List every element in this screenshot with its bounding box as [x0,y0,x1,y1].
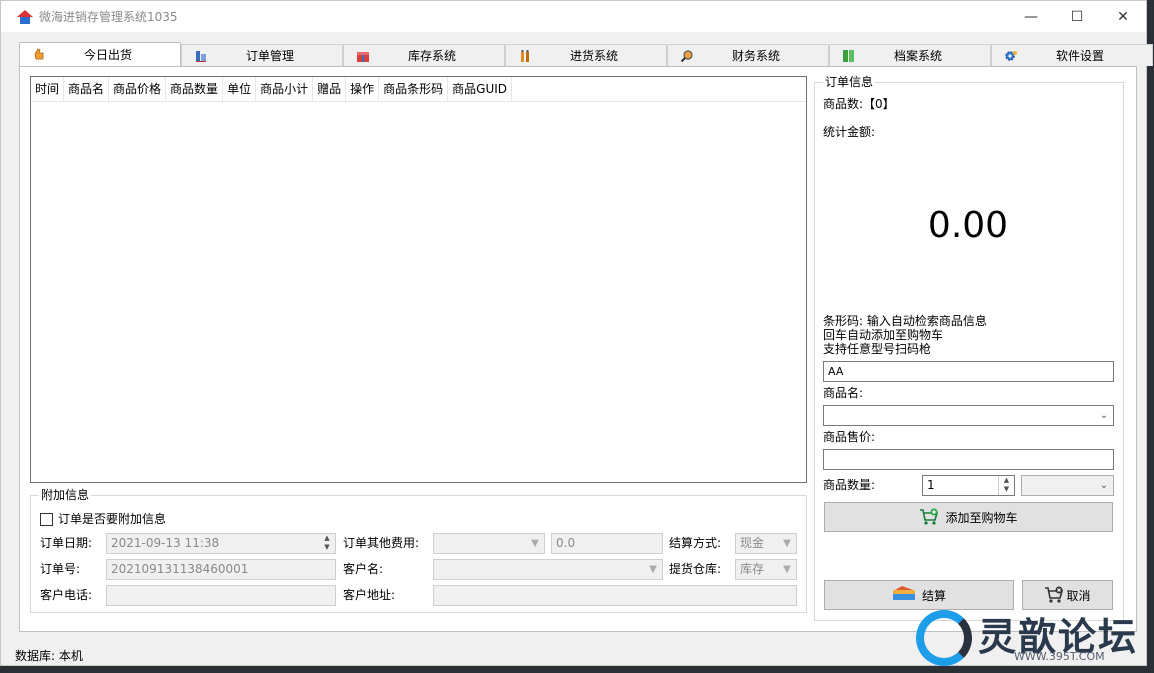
date-spin-icon[interactable]: ▲ ▼ [319,534,335,553]
total-amount-label: 统计金额: [823,125,876,139]
order-date-value: 2021-09-13 11:38 [111,536,220,550]
column-header-name[interactable]: 商品名 [64,77,110,101]
tab-purchasing[interactable]: 进货系统 [505,44,667,66]
chevron-down-icon: ▼ [783,564,791,575]
cart-remove-icon [1045,586,1064,603]
title-bar: 微海进销存管理系统1035 — ☐ ✕ [1,1,1146,32]
add-to-cart-button[interactable]: 添加至购物车 [824,502,1113,532]
order-number-value: 202109131138460001 [111,562,249,576]
other-fee-type-select[interactable]: ▼ [433,533,545,554]
product-price-input[interactable] [823,449,1114,470]
customer-name-select[interactable]: ▼ [433,559,663,580]
window-title: 微海进销存管理系统1035 [39,10,178,24]
product-price-label: 商品售价: [823,430,876,444]
watermark-url: WWW.395T.COM [1014,650,1105,663]
watermark-logo-icon [916,610,972,666]
chevron-down-icon: ⌄ [1099,480,1109,491]
watermark: 灵歆论坛 WWW.395T.COM [916,604,1152,666]
maximize-button[interactable]: ☐ [1054,1,1100,32]
quantity-stepper[interactable]: 1 ▲ ▼ [922,475,1015,496]
order-icon [196,51,206,62]
cash-icon [892,586,915,600]
chevron-down-icon: ▼ [531,538,539,549]
column-header-qty[interactable]: 商品数量 [166,77,224,101]
unit-select[interactable]: ⌄ [1021,475,1114,496]
barcode-hint-3: 支持任意型号扫码枪 [823,342,932,356]
customer-phone-label: 客户电话: [40,588,93,602]
order-date-label: 订单日期: [40,536,93,550]
column-header-gift[interactable]: 赠品 [313,77,347,101]
customer-phone-input[interactable] [106,585,336,606]
other-fee-value: 0.0 [556,536,576,550]
cart-grid[interactable]: 时间 商品名 商品价格 商品数量 单位 商品小计 赠品 操作 商品条形码 商品G… [30,76,807,483]
tab-order-management[interactable]: 订单管理 [181,44,343,66]
chevron-down-icon: ▼ [783,538,791,549]
main-window: 微海进销存管理系统1035 — ☐ ✕ 今日出货 订单管理 库存系统 进货系统 … [0,0,1153,666]
close-button[interactable]: ✕ [1100,1,1146,32]
order-info-legend: 订单信息 [823,75,876,89]
warehouse-value: 库存 [740,562,765,576]
extra-info-checkbox-label: 订单是否要附加信息 [58,512,167,526]
item-count-text: 商品数:【0】 [823,97,895,111]
grid-header: 时间 商品名 商品价格 商品数量 单位 商品小计 赠品 操作 商品条形码 商品G… [31,77,806,102]
column-header-subtotal[interactable]: 商品小计 [256,77,314,101]
product-name-select[interactable]: ⌄ [823,405,1114,426]
total-amount-value: 0.00 [927,205,1009,246]
extra-info-legend: 附加信息 [39,488,92,502]
order-number-input[interactable]: 202109131138460001 [106,559,336,580]
order-date-picker[interactable]: 2021-09-13 11:38 ▲ ▼ [106,533,336,554]
warehouse-select[interactable]: 库存 ▼ [735,559,797,580]
cancel-label: 取消 [1066,588,1091,603]
column-header-unit[interactable]: 单位 [223,77,257,101]
barcode-input[interactable]: AA [823,361,1114,382]
payment-method-value: 现金 [740,536,765,550]
settings-icon [1005,51,1017,61]
other-fee-label: 订单其他费用: [343,536,420,550]
tab-today-shipping[interactable]: 今日出货 [19,42,181,66]
barcode-value: AA [828,365,844,378]
archive-icon [843,50,854,62]
hand-icon [34,48,44,60]
column-header-guid[interactable]: 商品GUID [448,77,513,101]
chevron-down-icon: ⌄ [1099,410,1109,421]
gift-icon [357,52,369,62]
column-header-price[interactable]: 商品价格 [109,77,167,101]
tab-bar: 今日出货 订单管理 库存系统 进货系统 财务系统 档案系统 软件设置 [19,42,1153,66]
add-to-cart-label: 添加至购物车 [945,510,1018,525]
product-qty-label: 商品数量: [823,478,876,492]
order-number-label: 订单号: [40,562,81,576]
checkout-label: 结算 [921,588,946,603]
other-fee-input[interactable]: 0.0 [551,533,663,554]
bottles-icon [521,50,529,62]
search-icon [680,50,693,63]
column-header-time[interactable]: 时间 [31,77,65,101]
tab-finance[interactable]: 财务系统 [667,44,829,66]
quantity-spin-icon[interactable]: ▲ ▼ [998,476,1014,495]
tab-inventory[interactable]: 库存系统 [343,44,505,66]
status-database: 数据库: 本机 [15,649,83,663]
column-header-action[interactable]: 操作 [346,77,380,101]
customer-name-label: 客户名: [343,562,384,576]
warehouse-label: 提货仓库: [669,562,722,576]
customer-address-label: 客户地址: [343,588,396,602]
column-header-barcode[interactable]: 商品条形码 [379,77,449,101]
tab-settings[interactable]: 软件设置 [991,44,1153,66]
payment-method-label: 结算方式: [669,536,722,550]
product-name-label: 商品名: [823,386,864,400]
payment-method-select[interactable]: 现金 ▼ [735,533,797,554]
customer-address-input[interactable] [433,585,797,606]
quantity-value: 1 [927,478,935,492]
house-icon [17,9,33,25]
chevron-down-icon: ▼ [649,564,657,575]
extra-info-checkbox[interactable] [40,513,53,526]
minimize-button[interactable]: — [1008,1,1054,32]
cart-add-icon [920,508,939,525]
tab-archive[interactable]: 档案系统 [829,44,991,66]
